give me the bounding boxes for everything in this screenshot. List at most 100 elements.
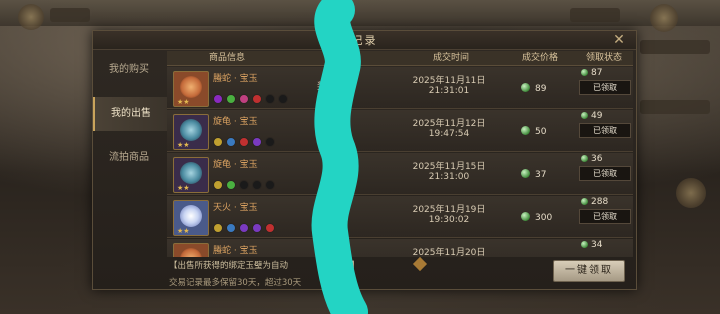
attribute-icon [278,94,288,104]
star-rating: ★★ [177,184,190,192]
item-name: 天火 · 宝玉 [213,203,258,213]
trade-price: 37 [521,169,546,180]
sidebar-tabs: 我的购买 我的出售 流拍商品 [93,49,167,289]
item-thumbnail[interactable]: ★★ [173,71,209,107]
hud-orb-right [650,4,678,32]
attribute-icon [239,94,249,104]
header-trade-price: 成交价格 [521,53,558,63]
hud-chip [50,8,90,22]
diamond-ornament-icon [412,256,428,272]
attribute-icon [265,180,275,190]
claim-value: 34 [591,240,603,250]
jade-coin-icon [581,112,588,119]
item-attribute-icons [213,218,278,233]
jade-coin-icon [581,155,588,162]
jade-coin-icon [521,212,530,221]
item-emblem-icon [180,205,202,227]
trade-time: 19:30:02 [428,215,470,225]
hud-orb-bottom-right [676,178,706,208]
footer-note: 【出售所获得的绑定玉璧为自动 数量】 [169,259,360,271]
trade-date: 2025年11月12日 [412,119,486,129]
claim-value: 87 [591,68,603,78]
tab-failed-auctions[interactable]: 流拍商品 [93,141,165,175]
claimed-button[interactable]: 已领取 [579,80,631,95]
trade-time: 21:31:00 [428,172,470,182]
item-emblem-icon [180,76,202,98]
item-thumbnail[interactable]: ★★ [173,157,209,193]
attribute-icon [252,180,262,190]
footer-note-tail: 数量】 [334,261,360,271]
trade-record-dialog: 记录 ✕ 我的购买 我的出售 流拍商品 商品信息 成交时间 成交价格 领取状态 … [92,30,637,290]
item-emblem-icon [180,119,202,141]
claimed-button[interactable]: 已领取 [579,123,631,138]
trade-date: 2025年11月15日 [412,162,486,172]
trade-price: 300 [521,212,552,223]
claim-value: 49 [591,111,603,121]
header-claim-status: 领取状态 [585,53,622,63]
claim-amount: 87 [581,68,602,78]
item-emblem-icon [180,248,202,257]
attribute-icon [265,137,275,147]
attribute-icon [213,180,223,190]
price-value: 89 [535,84,547,94]
star-rating: ★★ [177,227,190,235]
star-rating: ★★ [177,141,190,149]
claimed-button[interactable]: 已领取 [579,166,631,181]
tab-my-purchases[interactable]: 我的购买 [93,53,165,87]
attribute-icon [213,223,223,233]
attribute-icon [239,223,249,233]
item-attribute-icons [213,175,278,190]
attribute-icon [239,180,249,190]
attribute-icon [226,94,236,104]
claimed-button[interactable]: 已领取 [579,209,631,224]
hud-chip [570,8,620,22]
item-thumbnail[interactable]: ★★ [173,200,209,236]
header-trade-time: 成交时间 [432,53,469,63]
claim-amount: 34 [581,240,602,250]
jade-coin-icon [521,126,530,135]
item-name: 螣蛇 · 宝玉 [213,246,258,256]
table-row: ★★ 螣蛇 · 宝玉 奖 2025年11月11日 21:31:01 89 87 … [167,67,633,109]
trade-price: 89 [521,83,546,94]
hud-chip [640,100,710,114]
table-header: 商品信息 成交时间 成交价格 领取状态 [167,51,633,66]
attribute-icon [213,137,223,147]
trade-date: 2025年11月20日 [412,248,486,257]
table-row: 螣蛇 · 宝玉 2025年11月20日 34 [167,239,633,257]
header-item-info: 商品信息 [208,53,245,63]
claim-value: 36 [591,154,603,164]
attribute-icon [252,94,262,104]
dialog-title-bar: 记录 ✕ [93,31,636,50]
footer-note-text: 【出售所获得的绑定玉璧为自动 [169,261,289,271]
footer-retention-text: 交易记录最多保留30天，超过30天 [169,278,302,288]
attribute-icon [226,223,236,233]
records-table: 商品信息 成交时间 成交价格 领取状态 ★★ 螣蛇 · 宝玉 奖 2025年11… [167,51,633,257]
hud-chip [640,40,710,54]
attribute-icon [239,137,249,147]
item-thumbnail[interactable] [173,243,209,257]
jade-coin-icon [521,169,530,178]
jade-coin-icon [581,69,588,76]
item-thumbnail[interactable]: ★★ [173,114,209,150]
price-value: 50 [535,127,547,137]
claim-amount: 49 [581,111,602,121]
trade-time: 21:31:01 [428,86,470,96]
tab-my-sales[interactable]: 我的出售 [93,97,167,131]
dialog-title: 记录 [351,34,378,47]
item-name: 螣蛇 · 宝玉 [213,74,258,84]
table-row: ★★ 旋龟 · 宝玉 2025年11月15日 21:31:00 37 36 已领… [167,153,633,195]
item-name: 旋龟 · 宝玉 [213,160,258,170]
claim-all-button[interactable]: 一键领取 [553,260,625,282]
attribute-icon [252,137,262,147]
item-attribute-icons [213,89,291,104]
star-rating: ★★ [177,98,190,106]
jade-coin-icon [581,198,588,205]
item-emblem-icon [180,162,202,184]
attribute-icon [265,223,275,233]
trade-price: 50 [521,126,546,137]
claim-amount: 288 [581,197,608,207]
close-icon[interactable]: ✕ [610,32,628,48]
table-row: ★★ 旋龟 · 宝玉 毕 2025年11月12日 19:47:54 50 49 … [167,110,633,152]
trade-date: 2025年11月11日 [412,76,486,86]
claim-amount: 36 [581,154,602,164]
